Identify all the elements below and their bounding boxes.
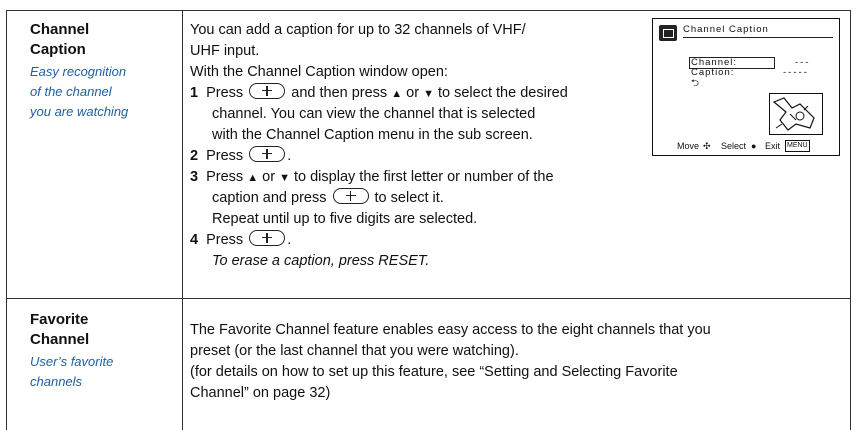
title-line: Channel [30, 331, 90, 348]
intro-line-3: With the Channel Caption window open: [190, 64, 448, 80]
sub-screen-picture [772, 97, 815, 131]
step-text: or [406, 85, 420, 101]
enter-button-icon [249, 230, 286, 246]
body-line: The Favorite Channel feature enables eas… [190, 322, 711, 338]
step-4: 4 Press . [190, 230, 291, 251]
enter-button-icon [249, 146, 286, 162]
title-line: Favorite [30, 311, 89, 328]
step-text: Press [206, 169, 244, 185]
subtitle-line: Easy recognition [30, 64, 127, 79]
menu-icon: MENU [785, 140, 810, 152]
title-line: Caption [30, 41, 86, 58]
step-text: Press [206, 85, 244, 101]
step-text: to display the first letter or number of… [294, 169, 554, 185]
erase-note: To erase a caption, press RESET. [212, 253, 430, 269]
down-arrow-icon: ▼ [423, 88, 434, 100]
down-arrow-icon: ▼ [279, 172, 290, 184]
step-number: 3 [190, 169, 199, 185]
step-text: to select the desired [438, 85, 568, 101]
step-text: to select it. [374, 190, 444, 206]
step-2: 2 Press . [190, 146, 291, 167]
tv-icon [659, 25, 677, 41]
step-number: 4 [190, 232, 199, 248]
step-3-line-2: caption and press to select it. [212, 188, 444, 209]
select-icon: ● [751, 141, 757, 151]
step-text: and then press [291, 85, 388, 101]
enter-button-icon [332, 188, 369, 204]
footer-move: Move [677, 141, 700, 151]
step-number: 2 [190, 148, 199, 164]
body-line: (for details on how to set up this featu… [190, 364, 678, 380]
caption-label: Caption: [691, 67, 735, 78]
feature-subtitle: User’s favorite channels [30, 352, 113, 392]
sub-screen [769, 93, 823, 135]
step-number: 1 [190, 85, 199, 101]
up-arrow-icon: ▲ [247, 172, 259, 184]
body-line: preset (or the last channel that you wer… [190, 343, 519, 359]
enter-button-icon [249, 83, 286, 99]
step-3: 3 Press ▲ or ▼ to display the first lett… [190, 167, 554, 189]
step-text: . [287, 232, 292, 248]
caption-value: ----- [783, 67, 809, 78]
table-right-border [850, 10, 851, 430]
feature-title: Favorite Channel [30, 310, 89, 350]
step-text: Press [206, 232, 244, 248]
step-1-line-3: with the Channel Caption menu in the sub… [212, 127, 533, 143]
step-text: or [262, 169, 276, 185]
intro-line-2: UHF input. [190, 43, 260, 59]
footer-select: Select [721, 141, 747, 151]
row-divider [6, 298, 851, 299]
step-1-line-2: channel. You can view the channel that i… [212, 106, 536, 122]
feature-subtitle: Easy recognition of the channel you are … [30, 62, 128, 122]
channel-caption-screen: Channel Caption Channel: --- Caption: --… [652, 18, 840, 156]
subtitle-line: you are watching [30, 104, 129, 119]
column-divider [182, 10, 183, 430]
step-text: caption and press [212, 190, 327, 206]
step-text: Press [206, 148, 244, 164]
table-left-border [6, 10, 7, 430]
step-text: . [287, 148, 292, 164]
up-arrow-icon: ▲ [391, 88, 403, 100]
move-icon: ✣ [703, 141, 711, 151]
intro-line-1: You can add a caption for up to 32 chann… [190, 22, 526, 38]
subtitle-line: channels [30, 374, 83, 389]
table-top-border [6, 10, 851, 11]
footer-exit: Exit [765, 141, 781, 151]
step-3-line-3: Repeat until up to five digits are selec… [212, 211, 478, 227]
return-icon: ⮌ [691, 78, 700, 89]
step-1: 1 Press and then press ▲ or ▼ to select … [190, 83, 568, 105]
screen-title: Channel Caption [683, 23, 833, 38]
subtitle-line: of the channel [30, 84, 112, 99]
subtitle-line: User’s favorite [30, 354, 114, 369]
feature-title: Channel Caption [30, 20, 89, 60]
body-line: Channel” on page 32) [190, 385, 331, 401]
title-line: Channel [30, 21, 90, 38]
